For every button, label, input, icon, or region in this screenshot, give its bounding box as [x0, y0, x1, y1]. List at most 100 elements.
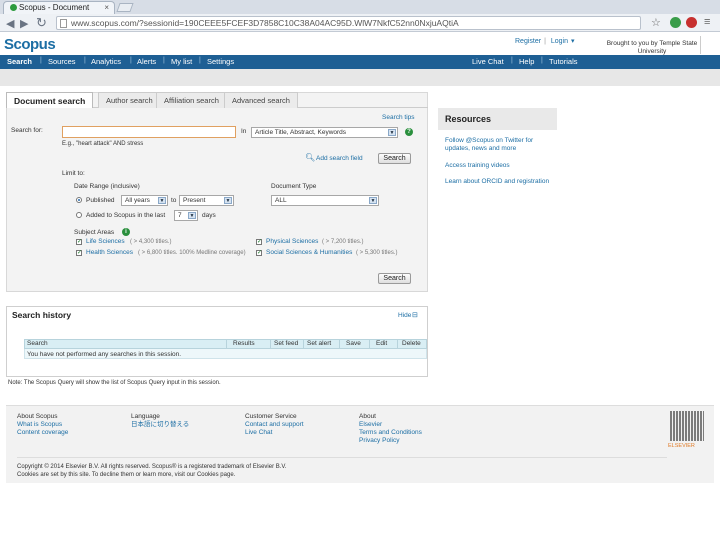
- nav-settings[interactable]: Settings: [207, 57, 234, 66]
- days-label: days: [202, 212, 216, 219]
- reload-icon[interactable]: ↻: [36, 15, 47, 31]
- tab-title: Scopus - Document: [19, 3, 90, 12]
- nav-separator: |: [130, 57, 132, 64]
- sub-header-bar: [0, 69, 720, 86]
- footer-cookies: Cookies are set by this site. To decline…: [17, 472, 236, 478]
- published-to-select[interactable]: Present ▼: [179, 195, 234, 206]
- search-for-label: Search for:: [11, 127, 43, 134]
- search-button-bottom[interactable]: Search: [378, 273, 411, 284]
- resource-twitter-link[interactable]: Follow @Scopus on Twitter for updates, n…: [445, 137, 555, 152]
- tab-author-search[interactable]: Author search: [98, 92, 161, 108]
- col-divider: [226, 339, 227, 349]
- nav-separator: |: [40, 57, 42, 64]
- chevron-down-icon: ▼: [188, 212, 196, 219]
- search-button[interactable]: Search: [378, 153, 411, 164]
- added-days-value: 7: [178, 212, 182, 219]
- nav-separator: |: [541, 57, 543, 64]
- resource-orcid-link[interactable]: Learn about ORCID and registration: [445, 178, 555, 185]
- social-sciences-checkbox[interactable]: ✓: [256, 250, 262, 256]
- col-search: Search: [27, 340, 48, 347]
- extension-icon[interactable]: [670, 17, 681, 28]
- col-save: Save: [346, 340, 361, 347]
- social-sciences-label[interactable]: Social Sciences & Humanities: [266, 249, 352, 256]
- back-icon[interactable]: ◀: [6, 17, 14, 30]
- tab-affiliation-search[interactable]: Affiliation search: [156, 92, 227, 108]
- footer-divider: [17, 457, 667, 458]
- tab-document-search[interactable]: Document search: [6, 92, 94, 108]
- nav-separator: |: [84, 57, 86, 64]
- nav-analytics[interactable]: Analytics: [91, 57, 121, 66]
- added-label: Added to Scopus in the last: [86, 212, 166, 219]
- hide-history-link[interactable]: Hide: [398, 312, 411, 319]
- published-from-select[interactable]: All years ▼: [121, 195, 168, 206]
- life-sciences-label[interactable]: Life Sciences: [86, 238, 125, 245]
- footer-content-coverage-link[interactable]: Content coverage: [17, 429, 68, 437]
- resource-training-link[interactable]: Access training videos: [445, 162, 555, 169]
- add-search-field-link[interactable]: Add search field: [316, 155, 363, 162]
- document-type-label: Document Type: [271, 183, 317, 190]
- life-sciences-count: ( > 4,300 titles.): [130, 239, 172, 245]
- added-days-select[interactable]: 7 ▼: [174, 210, 198, 221]
- search-input[interactable]: [62, 126, 236, 138]
- chevron-down-icon: ▼: [388, 129, 396, 136]
- info-icon[interactable]: i: [122, 228, 130, 236]
- nav-search[interactable]: Search: [7, 57, 32, 66]
- footer-language-heading: Language: [131, 413, 160, 420]
- health-sciences-label[interactable]: Health Sciences: [86, 249, 133, 256]
- nav-separator: |: [199, 57, 201, 64]
- footer-elsevier-link[interactable]: Elsevier: [359, 421, 382, 429]
- col-divider: [270, 339, 271, 349]
- abp-extension-icon[interactable]: [686, 17, 697, 28]
- address-bar[interactable]: www.scopus.com/?sessionid=190CEEE5FCEF3D…: [56, 16, 641, 30]
- footer-live-chat-link[interactable]: Live Chat: [245, 429, 272, 437]
- document-type-select[interactable]: ALL ▼: [271, 195, 379, 206]
- footer-about-heading: About: [359, 413, 376, 420]
- collapse-icon[interactable]: ⊟: [412, 311, 418, 319]
- col-divider: [397, 339, 398, 349]
- page-icon: [60, 19, 67, 28]
- life-sciences-checkbox[interactable]: ✓: [76, 239, 82, 245]
- menu-icon[interactable]: ≡: [704, 16, 710, 28]
- nav-sources[interactable]: Sources: [48, 57, 76, 66]
- browser-tab[interactable]: Scopus - Document ×: [3, 1, 115, 14]
- tab-advanced-search[interactable]: Advanced search: [224, 92, 298, 108]
- added-radio[interactable]: [76, 212, 82, 218]
- limit-to-label: Limit to:: [62, 170, 85, 177]
- url-text: www.scopus.com/?sessionid=190CEEE5FCEF3D…: [71, 18, 459, 28]
- login-link[interactable]: Login: [551, 38, 568, 45]
- nav-tutorials[interactable]: Tutorials: [549, 57, 577, 66]
- nav-help[interactable]: Help: [519, 57, 534, 66]
- search-field-value: Article Title, Abstract, Keywords: [255, 129, 347, 136]
- subject-areas-label: Subject Areas: [74, 229, 115, 236]
- col-set-alert: Set alert: [307, 340, 332, 347]
- footer-contact-link[interactable]: Contact and support: [245, 421, 304, 429]
- scopus-logo[interactable]: Scopus: [4, 36, 56, 53]
- physical-sciences-label[interactable]: Physical Sciences: [266, 238, 318, 245]
- register-link[interactable]: Register: [515, 38, 541, 45]
- physical-sciences-checkbox[interactable]: ✓: [256, 239, 262, 245]
- institution-text: Brought to you by Temple State Universit…: [606, 40, 698, 55]
- help-icon[interactable]: ?: [405, 128, 413, 136]
- search-tips-link[interactable]: Search tips: [382, 114, 415, 121]
- bookmark-star-icon[interactable]: ☆: [651, 16, 661, 29]
- search-field-select[interactable]: Article Title, Abstract, Keywords ▼: [251, 127, 398, 138]
- nav-alerts[interactable]: Alerts: [137, 57, 156, 66]
- elsevier-wordmark: ELSEVIER: [668, 443, 695, 449]
- chevron-down-icon: ▼: [158, 197, 166, 204]
- history-note: Note: The Scopus Query will show the lis…: [8, 380, 221, 386]
- elsevier-tree-logo[interactable]: [670, 411, 704, 441]
- search-panel: [6, 92, 428, 292]
- footer-privacy-link[interactable]: Privacy Policy: [359, 437, 399, 445]
- close-tab-icon[interactable]: ×: [104, 3, 109, 12]
- nav-my-list[interactable]: My list: [171, 57, 192, 66]
- forward-icon[interactable]: ▶: [20, 17, 28, 30]
- footer-terms-link[interactable]: Terms and Conditions: [359, 429, 422, 437]
- footer-what-is-scopus-link[interactable]: What is Scopus: [17, 421, 62, 429]
- published-radio[interactable]: [76, 197, 82, 203]
- published-to-value: Present: [183, 197, 206, 204]
- divider: [700, 36, 701, 54]
- footer-japanese-link[interactable]: 日本語に切り替える: [131, 421, 189, 429]
- nav-live-chat[interactable]: Live Chat: [472, 57, 504, 66]
- chevron-down-icon: ▼: [224, 197, 232, 204]
- health-sciences-checkbox[interactable]: ✓: [76, 250, 82, 256]
